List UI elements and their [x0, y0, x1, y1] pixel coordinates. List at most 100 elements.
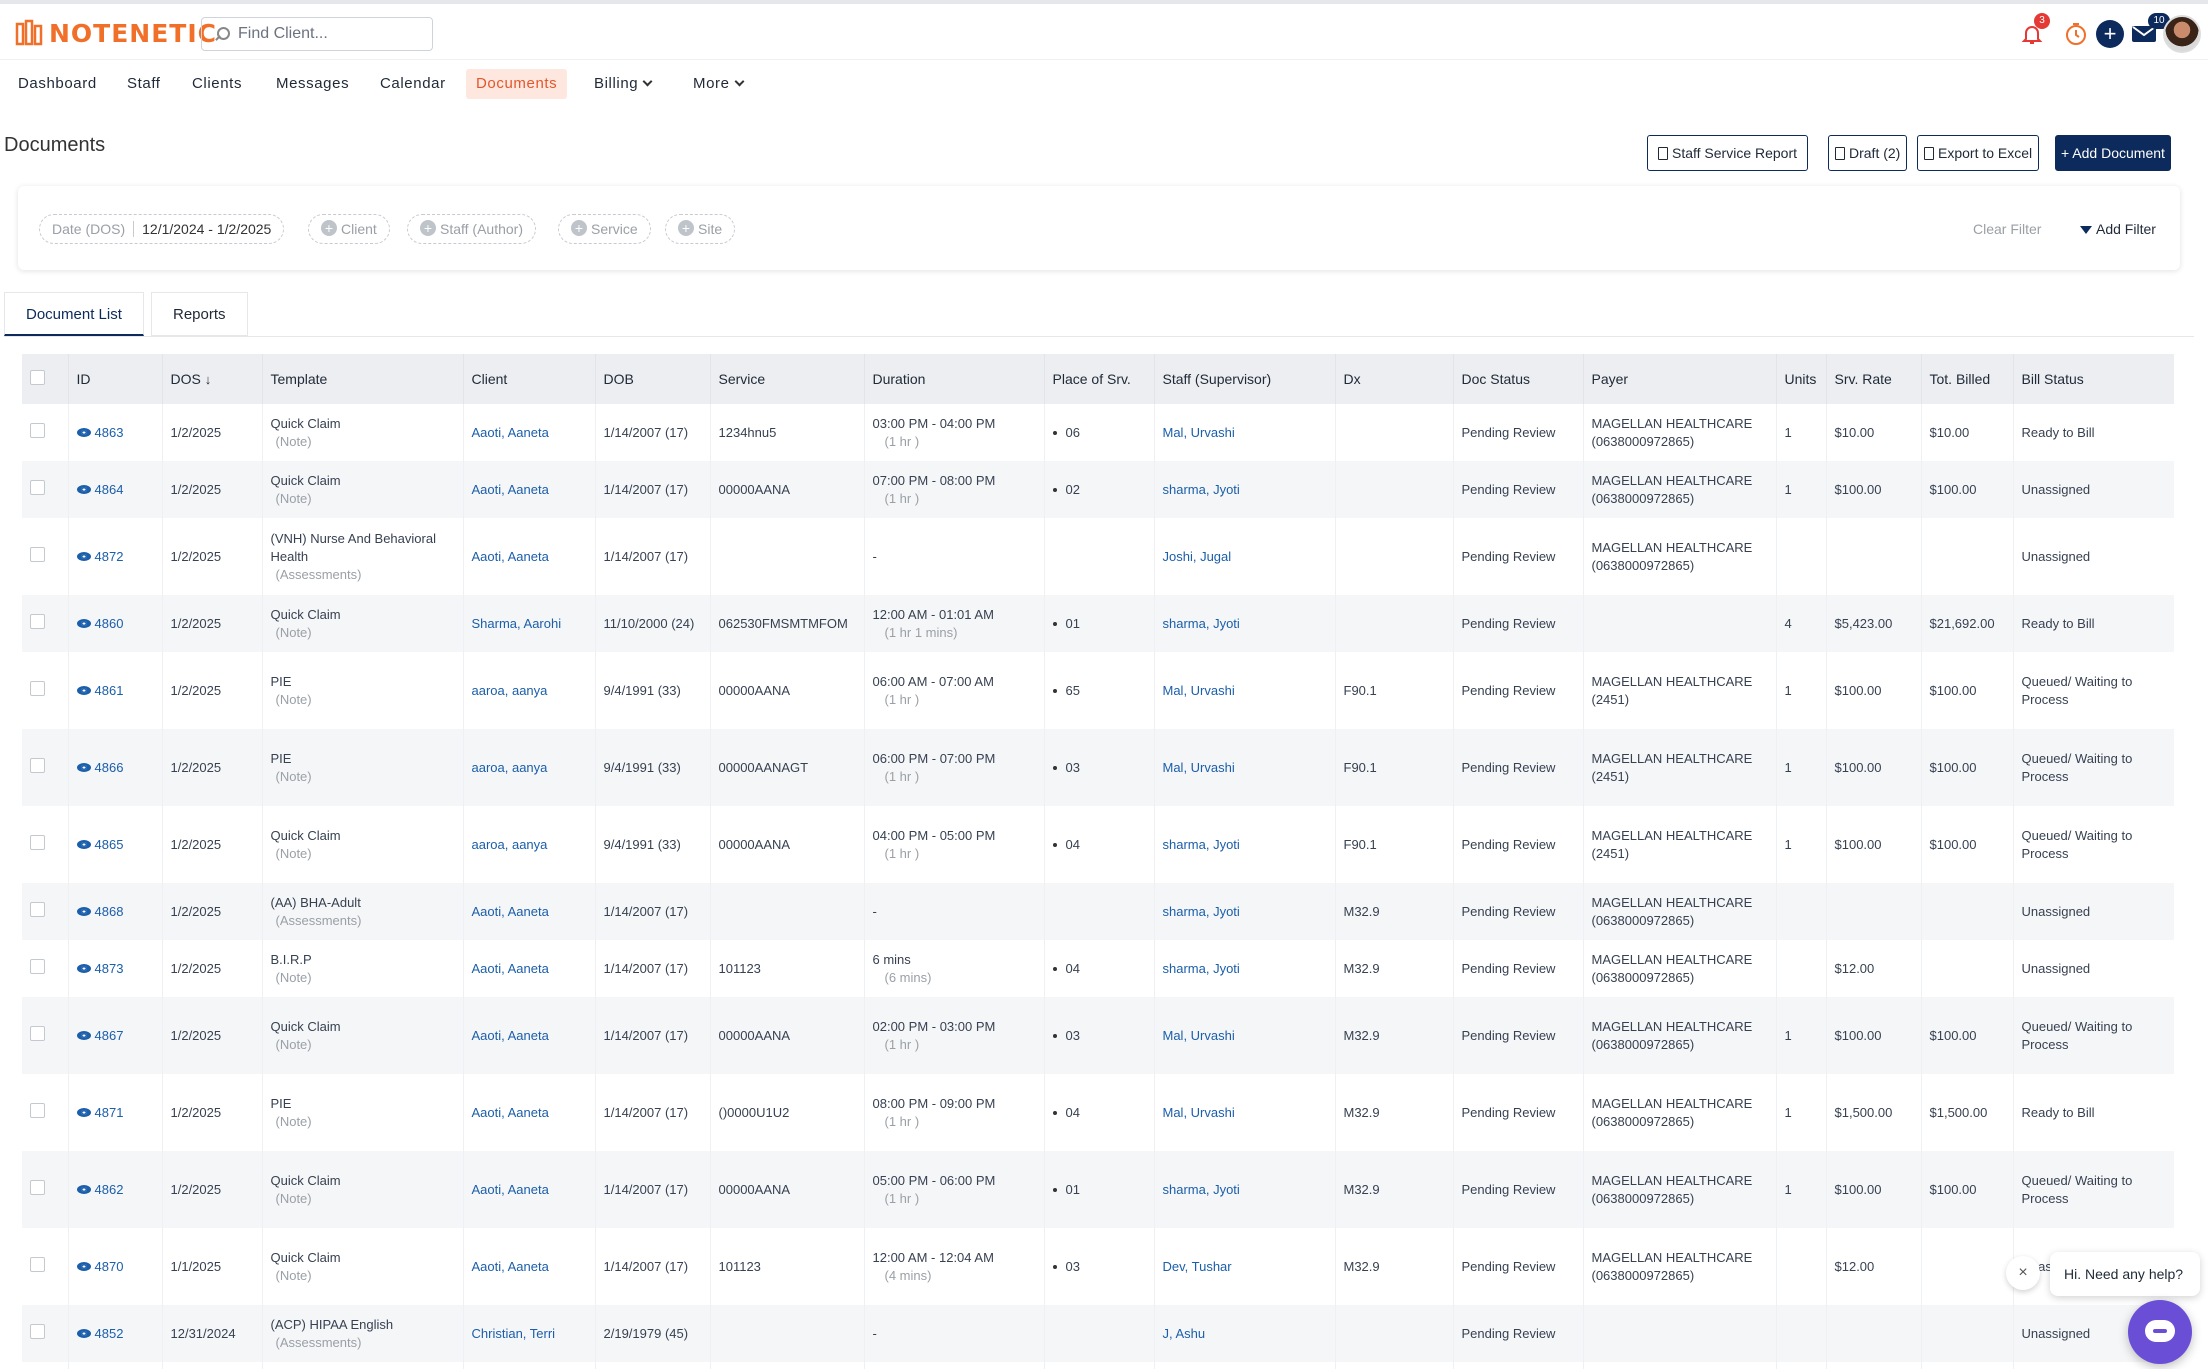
chat-close-button[interactable]: ×	[2006, 1256, 2040, 1290]
find-client-input[interactable]	[238, 25, 428, 43]
staff-link[interactable]: Joshi, Jugal	[1163, 549, 1232, 564]
row-checkbox[interactable]	[30, 958, 45, 974]
document-id-link[interactable]: 4865	[95, 837, 124, 852]
client-link[interactable]: aaroa, aanya	[472, 837, 548, 852]
table-row[interactable]: 4864 1/2/2025 Quick Claim (Note) Aaoti, Aane…	[22, 461, 2174, 518]
table-row[interactable]: 4865 1/2/2025 Quick Claim (Note) aaroa, aany…	[22, 806, 2174, 883]
row-checkbox[interactable]	[30, 901, 45, 917]
staff-link[interactable]: sharma, Jyoti	[1163, 616, 1240, 631]
client-filter-chip[interactable]: + Client	[308, 214, 390, 244]
eye-icon[interactable]	[76, 551, 91, 561]
staff-service-report-button[interactable]: Staff Service Report	[1647, 135, 1809, 171]
table-row[interactable]: 4873 1/2/2025 B.I.R.P (Note) Aaoti, Aaneta 1/…	[22, 940, 2174, 997]
staff-link[interactable]: sharma, Jyoti	[1163, 837, 1240, 852]
eye-icon[interactable]	[76, 1184, 91, 1194]
user-menu-button[interactable]	[2162, 14, 2202, 54]
client-link[interactable]: Aaoti, Aaneta	[472, 1182, 549, 1197]
col-doc-status[interactable]: Doc Status	[1453, 354, 1584, 404]
eye-icon[interactable]	[76, 484, 91, 494]
table-row[interactable]: 4870 1/1/2025 Quick Claim (Note) Aaoti, Aane…	[22, 1228, 2174, 1305]
tab-document-list[interactable]: Document List	[4, 292, 144, 336]
col-dos[interactable]: DOS ↓	[162, 354, 263, 404]
col-dx[interactable]: Dx	[1335, 354, 1454, 404]
document-id-link[interactable]: 4867	[95, 1028, 124, 1043]
client-link[interactable]: Aaoti, Aaneta	[472, 904, 549, 919]
nav-messages[interactable]: Messages	[266, 69, 359, 99]
find-client-search[interactable]	[201, 17, 433, 51]
row-checkbox[interactable]	[30, 546, 45, 562]
tab-reports[interactable]: Reports	[151, 292, 248, 336]
cell-id[interactable]: 4871	[68, 1074, 163, 1151]
service-filter-chip[interactable]: + Service	[558, 214, 651, 244]
row-checkbox[interactable]	[30, 613, 45, 629]
col-template[interactable]: Template	[262, 354, 464, 404]
cell-id[interactable]: 4872	[68, 518, 163, 595]
staff-link[interactable]: Mal, Urvashi	[1163, 1028, 1235, 1043]
cell-id[interactable]: 4863	[68, 404, 163, 461]
document-id-link[interactable]: 4861	[95, 683, 124, 698]
cell-id[interactable]: 4860	[68, 595, 163, 652]
staff-link[interactable]: Dev, Tushar	[1163, 1259, 1232, 1274]
eye-icon[interactable]	[76, 1107, 91, 1117]
cell-id[interactable]: 4864	[68, 461, 163, 518]
client-link[interactable]: Aaoti, Aaneta	[472, 1028, 549, 1043]
table-row[interactable]: 4861 1/2/2025 PIE (Note) aaroa, aanya 9/4/199…	[22, 652, 2174, 729]
staff-link[interactable]: sharma, Jyoti	[1163, 904, 1240, 919]
cell-id[interactable]: 4862	[68, 1151, 163, 1228]
document-id-link[interactable]: 4870	[95, 1259, 124, 1274]
col-payer[interactable]: Payer	[1583, 354, 1777, 404]
col-dob[interactable]: DOB	[595, 354, 711, 404]
nav-clients[interactable]: Clients	[182, 69, 252, 99]
document-id-link[interactable]: 4866	[95, 760, 124, 775]
table-row[interactable]: 485312/31/2024(ACP) Minor Intake Consent…	[22, 1362, 2174, 1369]
staff-link[interactable]: Mal, Urvashi	[1163, 425, 1235, 440]
client-link[interactable]: Aaoti, Aaneta	[472, 1259, 549, 1274]
eye-icon[interactable]	[76, 618, 91, 628]
nav-staff[interactable]: Staff	[117, 69, 171, 99]
table-row[interactable]: 4862 1/2/2025 Quick Claim (Note) Aaoti, Aane…	[22, 1151, 2174, 1228]
staff-link[interactable]: Mal, Urvashi	[1163, 760, 1235, 775]
document-id-link[interactable]: 4852	[95, 1326, 124, 1341]
cell-id[interactable]: 4866	[68, 729, 163, 806]
document-id-link[interactable]: 4860	[95, 616, 124, 631]
col-units[interactable]: Units	[1776, 354, 1827, 404]
document-id-link[interactable]: 4872	[95, 549, 124, 564]
client-link[interactable]: Aaoti, Aaneta	[472, 482, 549, 497]
nav-calendar[interactable]: Calendar	[370, 69, 456, 99]
cell-id[interactable]: 4867	[68, 997, 163, 1074]
eye-icon[interactable]	[76, 906, 91, 916]
staff-link[interactable]: Mal, Urvashi	[1163, 683, 1235, 698]
eye-icon[interactable]	[76, 839, 91, 849]
table-row[interactable]: 4863 1/2/2025 Quick Claim (Note) Aaoti, Aane…	[22, 404, 2174, 461]
nav-more[interactable]: More	[683, 69, 753, 99]
client-link[interactable]: Christian, Terri	[472, 1326, 556, 1341]
row-checkbox[interactable]	[30, 1025, 45, 1041]
row-checkbox[interactable]	[30, 834, 45, 850]
messages-button[interactable]: 10	[2124, 13, 2170, 54]
col-place-of-service[interactable]: Place of Srv.	[1044, 354, 1155, 404]
chat-launcher-button[interactable]	[2128, 1300, 2192, 1364]
row-checkbox[interactable]	[30, 757, 45, 773]
row-checkbox[interactable]	[30, 1323, 45, 1339]
client-link[interactable]: Aaoti, Aaneta	[472, 425, 549, 440]
row-checkbox[interactable]	[30, 479, 45, 495]
row-checkbox[interactable]	[30, 680, 45, 696]
document-id-link[interactable]: 4873	[95, 961, 124, 976]
eye-icon[interactable]	[76, 762, 91, 772]
staff-author-filter-chip[interactable]: + Staff (Author)	[407, 214, 537, 244]
table-row[interactable]: 4871 1/2/2025 PIE (Note) Aaoti, Aaneta 1/14/2…	[22, 1074, 2174, 1151]
cell-id[interactable]: 4852	[68, 1305, 163, 1362]
table-row[interactable]: 4868 1/2/2025 (AA) BHA-Adult (Assessments) A…	[22, 883, 2174, 940]
notifications-button[interactable]: 3	[2012, 13, 2052, 54]
app-logo[interactable]: NOTENETIC	[15, 16, 217, 50]
col-staff-supervisor[interactable]: Staff (Supervisor)	[1154, 354, 1336, 404]
cell-id[interactable]: 4873	[68, 940, 163, 997]
table-row[interactable]: 4872 1/2/2025 (VNH) Nurse And Behavioral H…	[22, 518, 2174, 595]
draft-button[interactable]: Draft (2)	[1828, 135, 1908, 171]
document-id-link[interactable]: 4864	[95, 482, 124, 497]
nav-documents[interactable]: Documents	[466, 69, 568, 99]
table-row[interactable]: 4867 1/2/2025 Quick Claim (Note) Aaoti, Aane…	[22, 997, 2174, 1074]
col-id[interactable]: ID	[68, 354, 163, 404]
cell-id[interactable]: 4868	[68, 883, 163, 940]
add-document-button[interactable]: + Add Document	[2055, 135, 2171, 171]
